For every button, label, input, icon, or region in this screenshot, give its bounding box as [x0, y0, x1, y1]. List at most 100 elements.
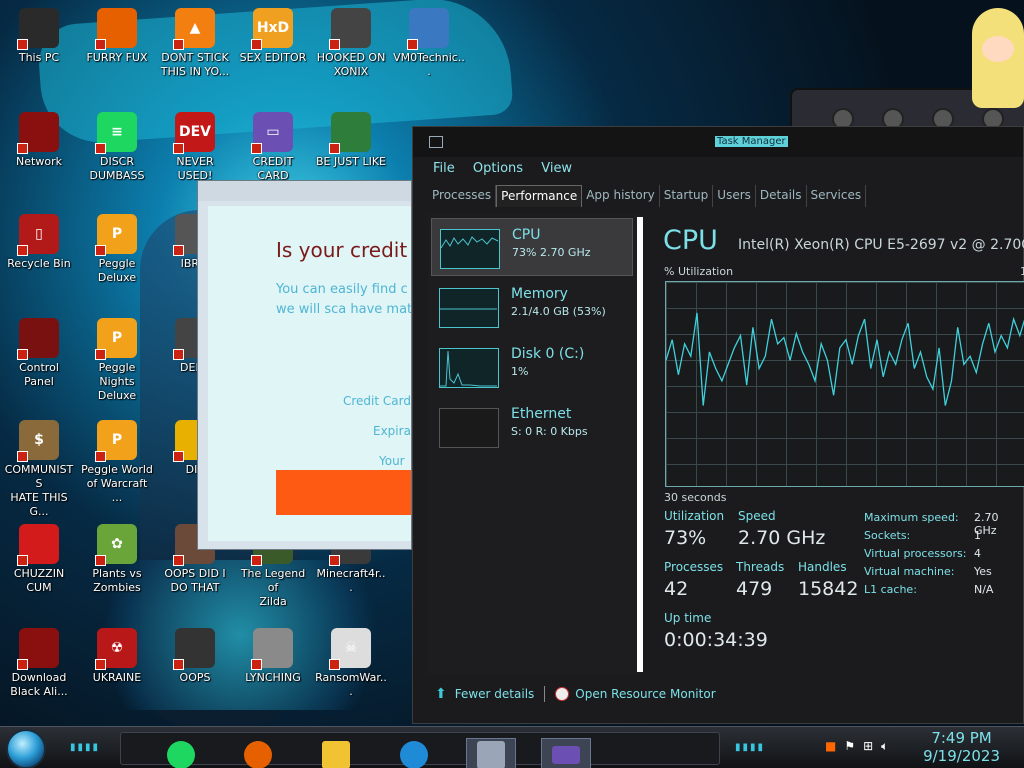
- desktop-icon-label: OOPS DID I DO THAT: [164, 567, 226, 594]
- desktop-icon-image: P: [95, 214, 137, 256]
- desktop-icon[interactable]: ▭ CREDIT CARD: [237, 110, 309, 183]
- task-manager-titlebar[interactable]: Task Manager: [413, 127, 1023, 157]
- desktop-icon[interactable]: ☢ UKRAINE: [81, 626, 153, 685]
- desktop-icon-label: Recycle Bin: [7, 257, 71, 270]
- credit-card-field-label: Credit Card: [343, 394, 411, 408]
- tab-app-history[interactable]: App history: [582, 185, 660, 207]
- sidebar-item-label: Ethernet: [511, 406, 572, 422]
- desktop-icon[interactable]: Download Black Ali...: [3, 626, 75, 699]
- desktop-icon[interactable]: LYNCHING: [237, 626, 309, 685]
- desktop-icon[interactable]: Control Panel: [3, 316, 75, 389]
- detail-key: Virtual processors:: [864, 547, 967, 560]
- desktop-icon[interactable]: P Peggle Nights Deluxe: [81, 316, 153, 403]
- sidebar-item-disk[interactable]: Disk 0 (C:) 1%: [431, 338, 633, 396]
- pane-divider[interactable]: [637, 217, 643, 672]
- detail-value: N/A: [974, 583, 994, 596]
- window-title: Task Manager: [715, 136, 788, 147]
- tab-processes[interactable]: Processes: [428, 185, 497, 207]
- desktop-icon[interactable]: BE JUST LIKE: [315, 110, 387, 169]
- taskbar-credit-card-button[interactable]: [541, 738, 591, 768]
- desktop-icon[interactable]: HxD SEX EDITOR: [237, 6, 309, 65]
- desktop-icon[interactable]: ≡ DISCR DUMBASS: [81, 110, 153, 183]
- cpu-heading: CPU: [663, 225, 718, 256]
- desktop-icon[interactable]: OOPS: [159, 626, 231, 685]
- desktop-icon-image: [251, 628, 293, 670]
- processes-value: 42: [664, 578, 689, 600]
- cpu-detail-pane: CPU Intel(R) Xeon(R) CPU E5-2697 v2 @ 2.…: [649, 217, 1024, 677]
- fewer-details-icon[interactable]: ⬆: [435, 686, 447, 702]
- graph-time-label: 30 seconds: [664, 491, 727, 504]
- detail-value: 4: [974, 547, 981, 560]
- desktop-icon[interactable]: ▯ Recycle Bin: [3, 212, 75, 271]
- desktop-icon[interactable]: ▲ DONT STICK THIS IN YO...: [159, 6, 231, 79]
- start-button[interactable]: [6, 729, 46, 768]
- task-manager-footer: ⬆ Fewer details Open Resource Monitor: [435, 686, 716, 702]
- credit-card-window[interactable]: Is your credit You can easily find c her…: [197, 180, 412, 550]
- taskbar-task-manager-button[interactable]: [466, 738, 516, 768]
- desktop-icon[interactable]: Network: [3, 110, 75, 169]
- taskbar-spotify-button[interactable]: [156, 738, 206, 768]
- desktop-icon-label: RansomWar...: [315, 671, 387, 698]
- folder-icon: [322, 740, 350, 768]
- desktop-icon-image: P: [95, 318, 137, 360]
- sidebar-item-memory[interactable]: Memory 2.1/4.0 GB (53%): [431, 278, 633, 336]
- desktop-icon[interactable]: ☠ RansomWar...: [315, 626, 387, 699]
- taskbar-explorer-button[interactable]: [311, 738, 361, 768]
- open-resource-monitor-link[interactable]: Open Resource Monitor: [575, 687, 715, 701]
- desktop-icon[interactable]: VM0Technic...: [393, 6, 465, 79]
- tab-services[interactable]: Services: [807, 185, 867, 207]
- resource-monitor-icon[interactable]: [555, 687, 570, 701]
- sidebar-item-label: CPU: [512, 227, 541, 243]
- desktop-icon-label: CREDIT CARD: [252, 155, 294, 182]
- sidebar-item-ethernet[interactable]: Ethernet S: 0 R: 0 Kbps: [431, 398, 633, 456]
- desktop-icon-label: Peggle Nights Deluxe: [97, 361, 137, 402]
- taskbar-edge-button[interactable]: [389, 738, 439, 768]
- credit-card-window-titlebar[interactable]: [198, 181, 411, 201]
- menu-options[interactable]: Options: [473, 161, 523, 176]
- desktop-icon-label: CHUZZIN CUM: [13, 567, 65, 594]
- desktop-icon[interactable]: P Peggle World of Warcraft ...: [81, 418, 153, 505]
- desktop-icon-image: HxD: [251, 8, 293, 50]
- fewer-details-link[interactable]: Fewer details: [455, 687, 535, 701]
- clock-time: 7:49 PM: [931, 729, 992, 747]
- sidebar-item-label: Disk 0 (C:): [511, 346, 585, 362]
- sidebar-item-cpu[interactable]: CPU 73% 2.70 GHz: [431, 218, 633, 276]
- wallpaper-cartoon: [972, 8, 1024, 108]
- cpu-utilization-line: [666, 312, 1024, 406]
- tab-startup[interactable]: Startup: [660, 185, 714, 207]
- desktop-icon-label: UKRAINE: [92, 671, 142, 684]
- desktop-icon-image: ▯: [17, 214, 59, 256]
- desktop-icon[interactable]: ✿ Plants vs Zombies: [81, 522, 153, 595]
- detail-value: Yes: [974, 565, 992, 578]
- desktop-icon[interactable]: FURRY FUX: [81, 6, 153, 65]
- expiration-field-label: Expira: [373, 424, 411, 438]
- task-manager-window[interactable]: Task Manager File Options View Processes…: [412, 126, 1024, 724]
- desktop-icon[interactable]: CHUZZIN CUM: [3, 522, 75, 595]
- desktop-icon[interactable]: DEV NEVER USED!: [159, 110, 231, 183]
- submit-button[interactable]: [276, 470, 411, 515]
- tab-details[interactable]: Details: [756, 185, 807, 207]
- flag-icon[interactable]: ⚑: [844, 739, 855, 754]
- tab-performance[interactable]: Performance: [496, 185, 583, 207]
- cpu-thumbnail-graph: [440, 229, 500, 269]
- clock[interactable]: 7:49 PM 9/19/2023: [923, 729, 1000, 765]
- desktop-icon-image: ☠: [329, 628, 371, 670]
- tray-app-icon[interactable]: ■: [825, 739, 836, 754]
- ethernet-thumbnail-graph: [439, 408, 499, 448]
- desktop-icon[interactable]: This PC: [3, 6, 75, 65]
- volume-icon[interactable]: 🔈︎: [881, 739, 888, 754]
- desktop-icon-image: [329, 8, 371, 50]
- taskbar-firefox-button[interactable]: [233, 738, 283, 768]
- menu-view[interactable]: View: [541, 161, 572, 176]
- network-icon[interactable]: ⊞: [863, 739, 873, 754]
- detail-key: L1 cache:: [864, 583, 917, 596]
- desktop-icon[interactable]: P Peggle Deluxe: [81, 212, 153, 285]
- desktop-icon[interactable]: $ COMMUNISTS HATE THIS G...: [3, 418, 75, 519]
- desktop-icon-image: ☢: [95, 628, 137, 670]
- tab-users[interactable]: Users: [713, 185, 756, 207]
- detail-key: Maximum speed:: [864, 511, 959, 524]
- menu-file[interactable]: File: [433, 161, 455, 176]
- taskbar: ▮▮▮▮ ▮▮▮▮ ■ ⚑ ⊞ 🔈︎ 7:49 PM 9/19/2023: [0, 726, 1024, 768]
- system-tray: ■ ⚑ ⊞ 🔈︎: [825, 739, 888, 754]
- desktop-icon[interactable]: HOOKED ON XONIX: [315, 6, 387, 79]
